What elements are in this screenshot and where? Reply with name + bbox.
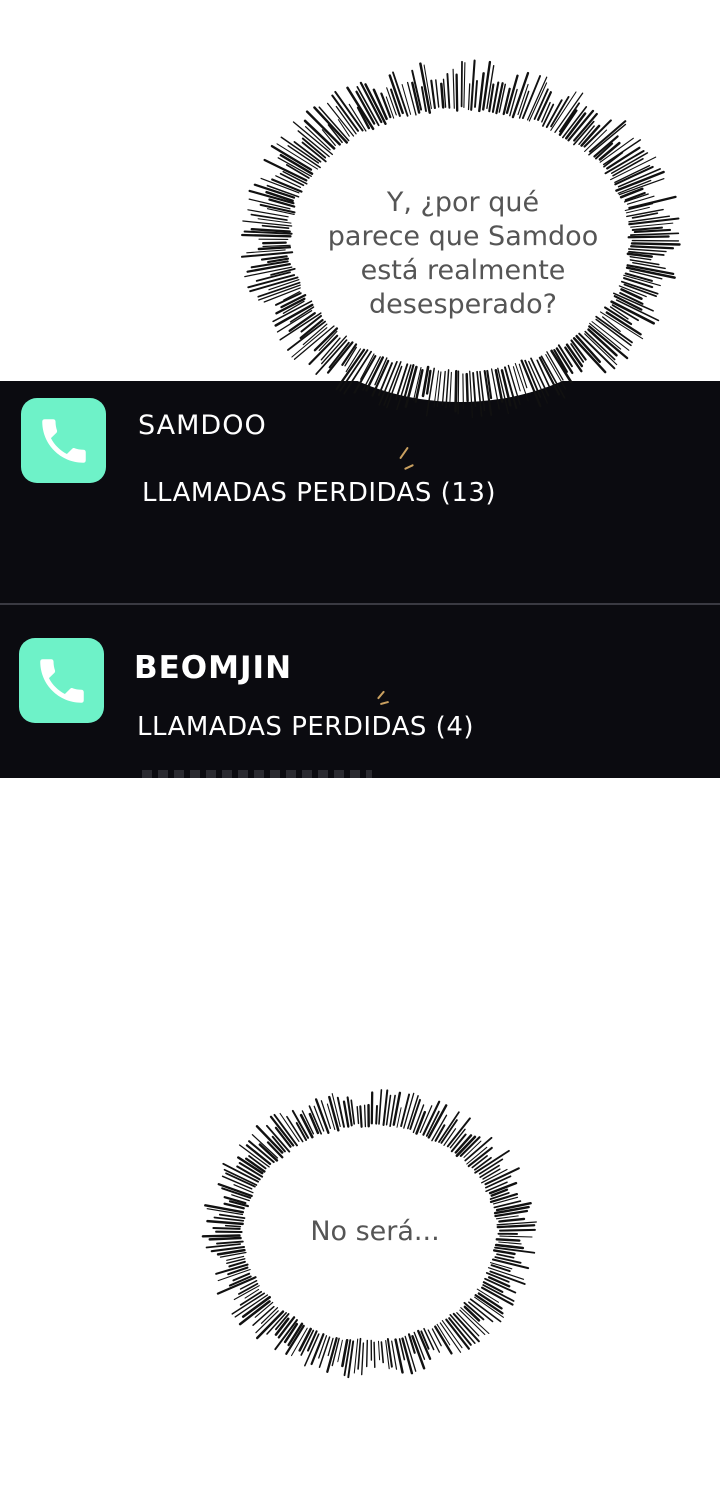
speech-line: está realmente <box>360 255 566 286</box>
burst-line <box>462 373 464 410</box>
missed-calls-status: LLAMADAS PERDIDAS (4) <box>137 712 474 742</box>
burst-line <box>365 1339 369 1368</box>
burst-line <box>495 1238 521 1242</box>
burst-line <box>627 235 670 239</box>
burst-line <box>498 1228 536 1232</box>
burst-line <box>241 233 292 238</box>
phone-icon <box>39 658 84 703</box>
burst-line <box>454 369 458 413</box>
missed-calls-status: LLAMADAS PERDIDAS (13) <box>142 478 497 508</box>
burst-line <box>262 241 287 245</box>
burst-line <box>375 1105 378 1125</box>
phone-app-icon[interactable] <box>19 638 104 723</box>
speech-bubble-text: No será... <box>310 1216 440 1247</box>
speech-line: desesperado? <box>369 289 557 320</box>
speech-line: Y, ¿por qué <box>386 187 540 218</box>
burst-line <box>363 1104 367 1128</box>
burst-line <box>373 1341 376 1369</box>
burst-line <box>359 1105 363 1128</box>
burst-line <box>212 1226 241 1230</box>
burst-line <box>630 242 681 246</box>
truncated-text-fragment <box>142 770 372 778</box>
caller-name: BEOMJIN <box>134 650 293 686</box>
phone-icon <box>41 418 86 463</box>
burst-line <box>455 73 459 112</box>
speech-line: parece que Samdoo <box>327 221 599 252</box>
burst-line <box>201 1234 241 1238</box>
phone-app-icon[interactable] <box>21 398 106 483</box>
burst-line <box>465 372 469 403</box>
comic-panel: SAMDOO LLAMADAS PERDIDAS (13) BEOMJIN LL… <box>0 0 720 1499</box>
speech-bubble-text: Y, ¿por qué parece que Samdoo está realm… <box>318 186 608 322</box>
burst-line <box>208 1236 242 1241</box>
burst-line <box>224 1224 242 1228</box>
notification-card-beomjin[interactable] <box>0 605 720 778</box>
